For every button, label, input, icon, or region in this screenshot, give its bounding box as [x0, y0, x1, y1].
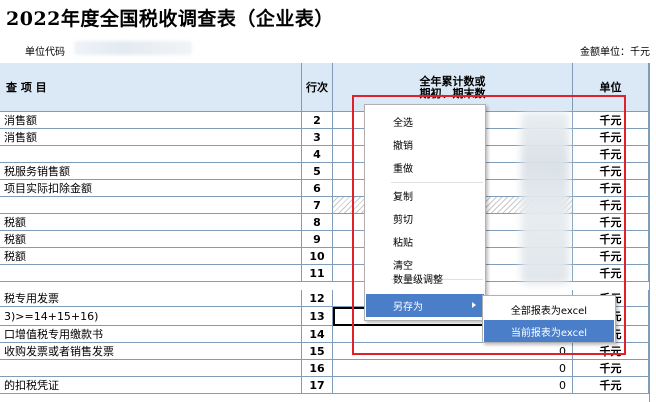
row-line: 11	[302, 265, 333, 282]
row-line: 6	[302, 180, 333, 197]
row-line: 8	[302, 214, 333, 231]
row-line: 16	[302, 360, 333, 377]
row-line: 10	[302, 248, 333, 265]
grid-right-border	[649, 63, 650, 402]
row-line: 12	[302, 290, 333, 307]
row-line: 9	[302, 231, 333, 248]
row-item: 消售额	[0, 129, 302, 146]
annotation-highlight-box	[352, 95, 626, 355]
row-value-cell[interactable]: 0	[333, 360, 573, 377]
row-line: 5	[302, 163, 333, 180]
amount-unit-label: 金额单位：千元	[580, 47, 650, 58]
row-unit: 千元	[573, 360, 649, 377]
row-item: 的扣税凭证	[0, 377, 302, 394]
row-line: 17	[302, 377, 333, 394]
row-item	[0, 146, 302, 163]
header-item: 查 项 目	[0, 63, 302, 112]
row-line: 7	[302, 197, 333, 214]
row-item: 3)>=14+15+16)	[0, 307, 302, 326]
row-item: 项目实际扣除金额	[0, 180, 302, 197]
row-item: 税专用发票	[0, 290, 302, 307]
row-line: 2	[302, 112, 333, 129]
row-item: 税额	[0, 214, 302, 231]
row-item: 税额	[0, 248, 302, 265]
row-unit: 千元	[573, 377, 649, 394]
page-title: 2022年度全国税收调查表（企业表）	[6, 8, 334, 30]
row-line: 3	[302, 129, 333, 146]
row-value-cell[interactable]: 0	[333, 377, 573, 394]
row-item	[0, 360, 302, 377]
unit-code-value-redacted	[74, 41, 192, 55]
row-line: 4	[302, 146, 333, 163]
row-item	[0, 197, 302, 214]
row-item: 税服务销售额	[0, 163, 302, 180]
row-line: 13	[302, 307, 333, 326]
row-item	[0, 265, 302, 282]
row-item: 税额	[0, 231, 302, 248]
row-line: 14	[302, 326, 333, 343]
row-item: 收购发票或者销售发票	[0, 343, 302, 360]
row-item: 口增值税专用缴款书	[0, 326, 302, 343]
unit-code-label: 单位代码	[25, 47, 65, 58]
row-item: 消售额	[0, 112, 302, 129]
row-line: 15	[302, 343, 333, 360]
header-line: 行次	[302, 63, 333, 112]
